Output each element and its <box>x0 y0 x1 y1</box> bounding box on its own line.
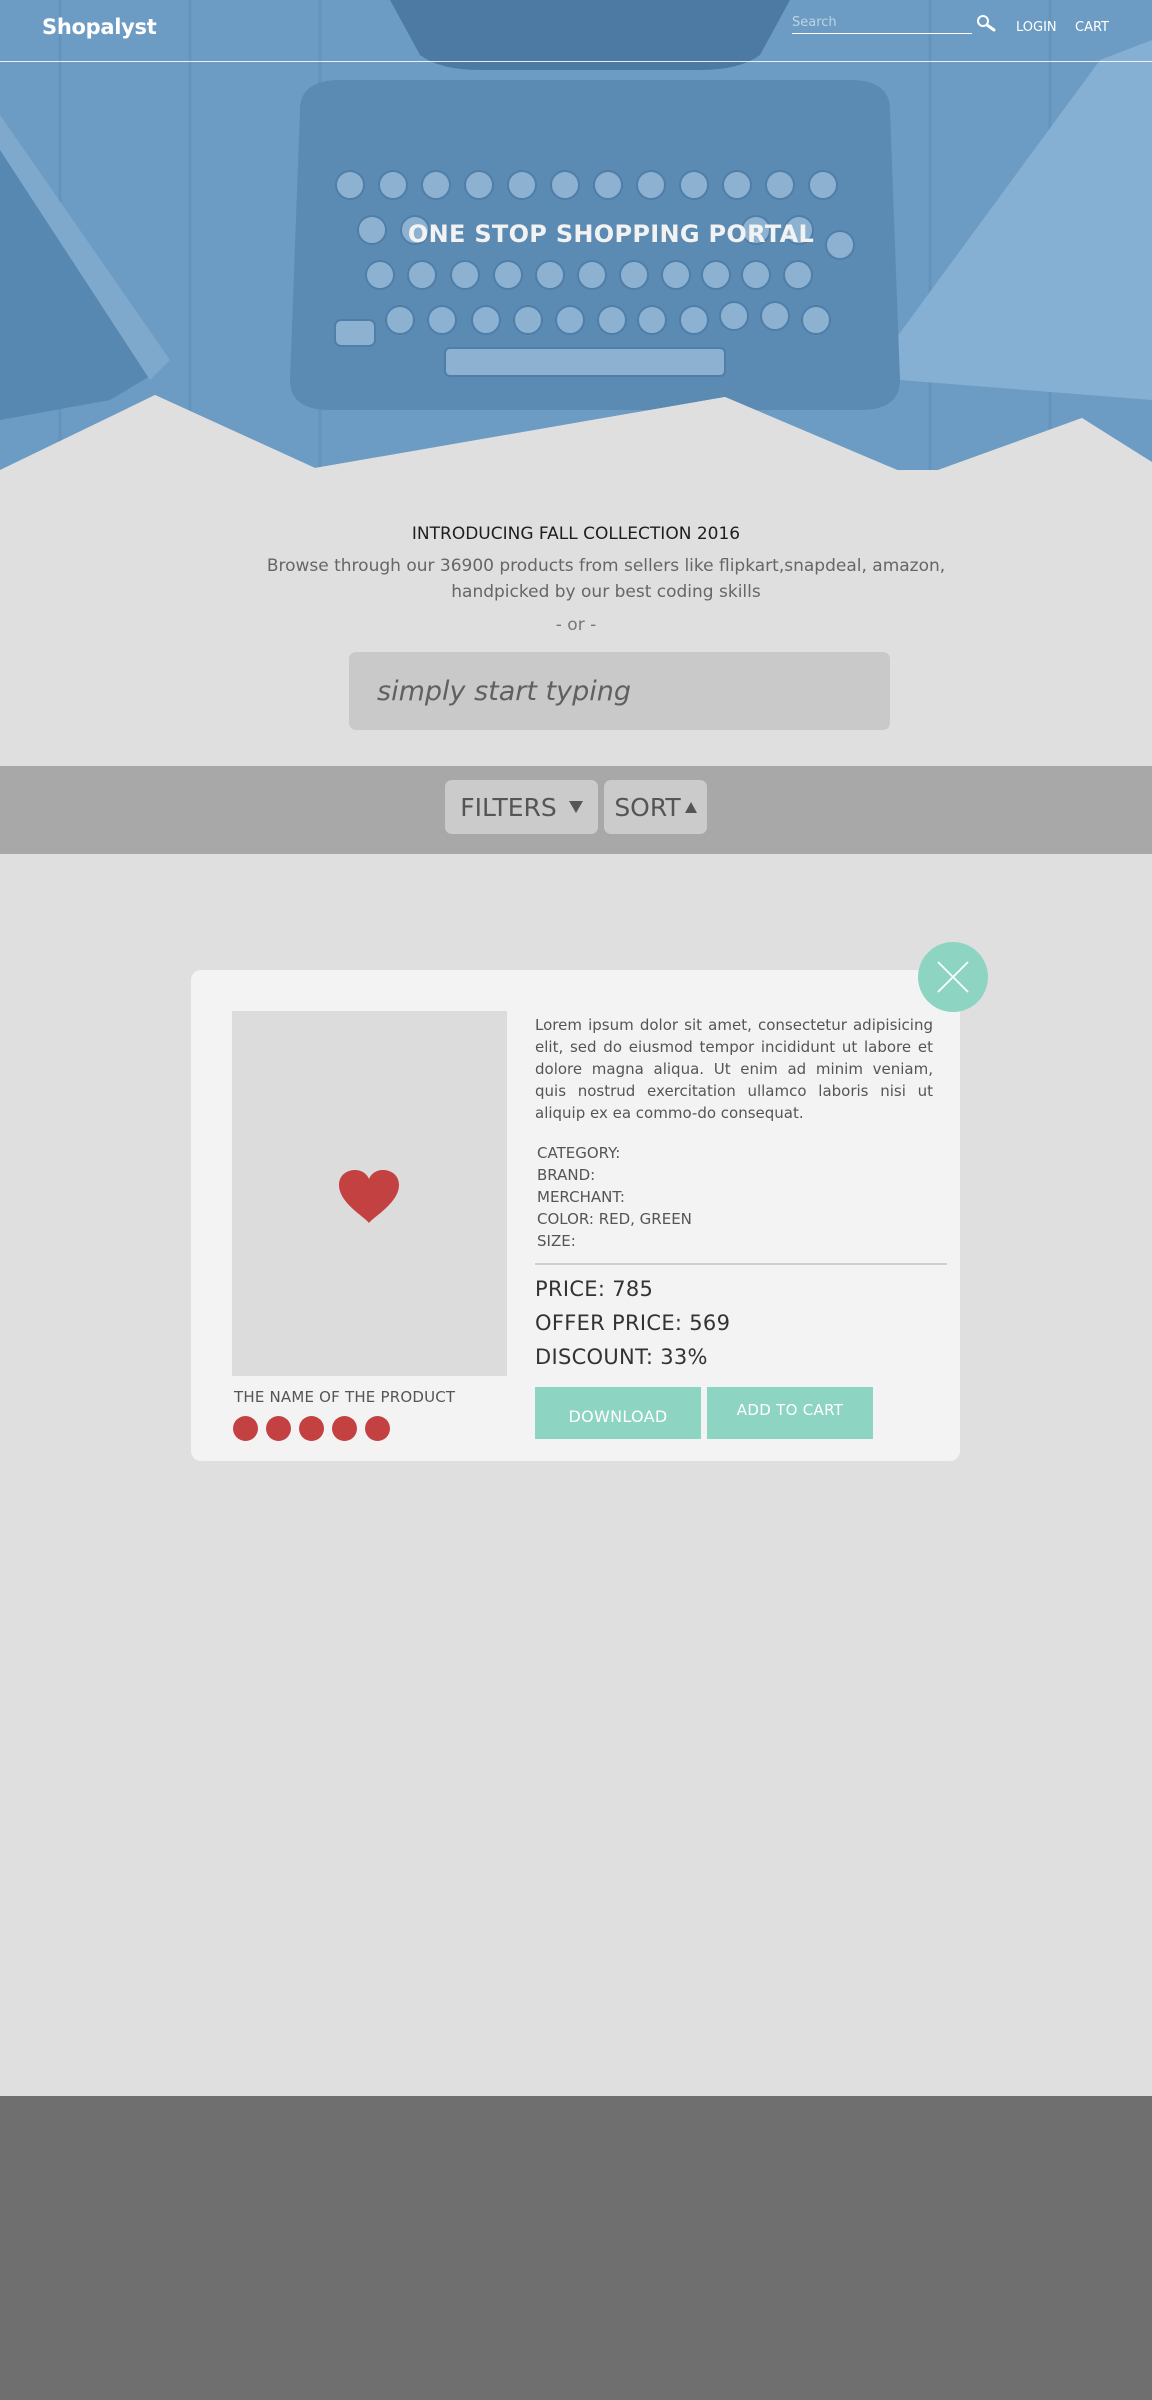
collection-description: Browse through our 36900 products from s… <box>266 556 946 602</box>
color-field: COLOR: RED, GREEN <box>537 1210 692 1228</box>
rating-star[interactable] <box>266 1416 291 1441</box>
sort-button[interactable]: SORT <box>604 780 707 834</box>
category-field: CATEGORY: <box>537 1144 621 1162</box>
login-link[interactable]: LOGIN <box>1016 20 1057 35</box>
product-search-input[interactable] <box>349 652 890 730</box>
hero-title: ONE STOP SHOPPING PORTAL <box>407 220 815 248</box>
or-separator: - or - <box>555 615 597 635</box>
product-description: Lorem ipsum dolor sit amet, consectetur … <box>535 1016 933 1122</box>
intro-section: INTRODUCING FALL COLLECTION 2016 Browse … <box>0 470 1152 766</box>
logo[interactable]: Shopalyst <box>42 15 157 39</box>
caret-up-icon <box>684 801 697 813</box>
product-meta: CATEGORY: BRAND: MERCHANT: COLOR: RED, G… <box>537 1142 692 1252</box>
header-search-input[interactable] <box>792 12 972 34</box>
rating-star[interactable] <box>299 1416 324 1441</box>
price: PRICE: 785 <box>535 1277 654 1301</box>
rating-star[interactable] <box>365 1416 390 1441</box>
divider <box>535 1263 947 1265</box>
sort-label: SORT <box>614 792 681 822</box>
close-icon <box>937 961 969 993</box>
top-navbar: Shopalyst LOGIN CART <box>0 0 1152 62</box>
search-icon[interactable] <box>975 14 997 36</box>
discount: DISCOUNT: 33% <box>535 1345 708 1369</box>
product-image <box>232 1011 507 1376</box>
rating-star[interactable] <box>233 1416 258 1441</box>
rating-star[interactable] <box>332 1416 357 1441</box>
product-name: THE NAME OF THE PRODUCT <box>234 1388 456 1406</box>
footer <box>0 2096 1152 2400</box>
add-to-cart-button[interactable]: ADD TO CART <box>707 1387 873 1439</box>
collection-heading: INTRODUCING FALL COLLECTION 2016 <box>411 524 741 544</box>
merchant-field: MERCHANT: <box>537 1188 625 1206</box>
offer-price: OFFER PRICE: 569 <box>535 1311 731 1335</box>
cart-link[interactable]: CART <box>1075 20 1109 35</box>
product-detail-modal: THE NAME OF THE PRODUCT Lorem ipsum dolo… <box>191 970 960 1461</box>
hero-banner: Shopalyst LOGIN CART ONE STOP SHOPPING P… <box>0 0 1152 470</box>
heart-icon <box>339 1170 399 1223</box>
filters-label: FILTERS <box>460 792 557 822</box>
filters-button[interactable]: FILTERS <box>445 780 598 834</box>
caret-down-icon <box>568 801 583 813</box>
download-button[interactable]: DOWNLOAD <box>535 1387 701 1439</box>
product-rating <box>233 1416 390 1441</box>
filter-sort-bar: FILTERS SORT <box>0 766 1152 854</box>
size-field: SIZE: <box>537 1232 576 1250</box>
close-modal-button[interactable] <box>918 942 988 1012</box>
brand-field: BRAND: <box>537 1166 596 1184</box>
